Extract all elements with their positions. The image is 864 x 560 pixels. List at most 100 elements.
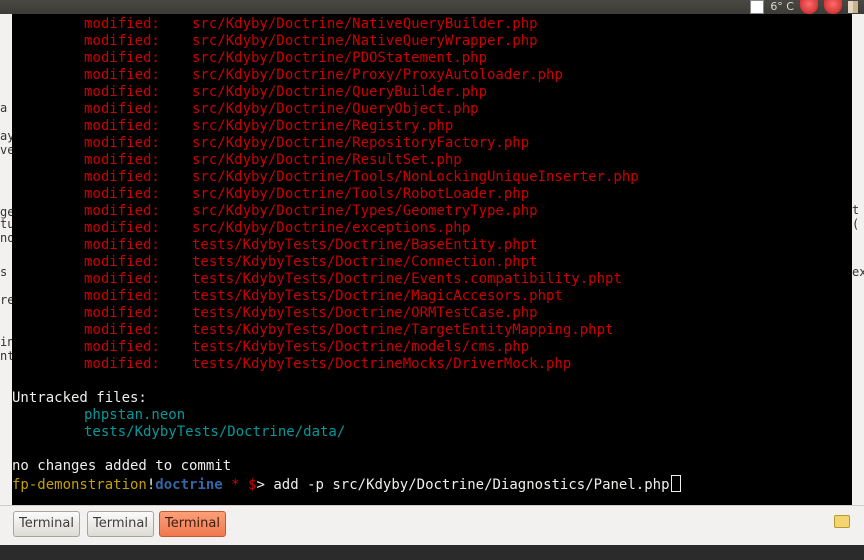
untracked-file-path: tests/KdybyTests/Doctrine/data/ xyxy=(84,424,346,440)
modified-file-path: src/Kdyby/Doctrine/Tools/RobotLoader.php xyxy=(192,186,530,202)
top-panel: 6° C xyxy=(0,0,864,14)
modified-file-path: src/Kdyby/Doctrine/Types/GeometryType.ph… xyxy=(192,203,538,219)
network-icon[interactable] xyxy=(750,0,765,14)
modified-file-line: modified: src/Kdyby/Doctrine/Tools/NonLoc… xyxy=(12,169,852,186)
modified-label: modified: xyxy=(84,237,160,253)
modified-label: modified: xyxy=(84,33,160,49)
modified-label: modified: xyxy=(84,16,160,32)
background-text-fragment: ve xyxy=(0,143,12,157)
background-text-fragment: nt xyxy=(0,349,12,363)
terminal-window[interactable]: modified: src/Kdyby/Doctrine/NativeQueryB… xyxy=(12,14,852,505)
modified-file-path: src/Kdyby/Doctrine/QueryObject.php xyxy=(192,101,479,117)
modified-label: modified: xyxy=(84,288,160,304)
modified-label: modified: xyxy=(84,84,160,100)
modified-file-line: modified: src/Kdyby/Doctrine/QueryBuilder… xyxy=(12,84,852,101)
modified-file-path: src/Kdyby/Doctrine/PDOStatement.php xyxy=(192,50,488,66)
modified-label: modified: xyxy=(84,50,160,66)
prompt-arrow: > xyxy=(256,477,265,493)
background-text-fragment: tu xyxy=(0,217,12,231)
untracked-header-line: Untracked files: xyxy=(12,390,852,407)
modified-file-line: modified: src/Kdyby/Doctrine/exceptions.p… xyxy=(12,220,852,237)
taskbar-terminal-button[interactable]: Terminal xyxy=(13,511,80,537)
modified-file-line: modified: tests/KdybyTests/Doctrine/Targe… xyxy=(12,322,852,339)
modified-file-line: modified: src/Kdyby/Doctrine/Tools/RobotL… xyxy=(12,186,852,203)
modified-label: modified: xyxy=(84,220,160,236)
modified-file-line: modified: src/Kdyby/Doctrine/Types/Geomet… xyxy=(12,203,852,220)
background-text-fragment: t xyxy=(852,203,860,217)
modified-file-path: src/Kdyby/Doctrine/ResultSet.php xyxy=(192,152,462,168)
background-text-fragment: ay xyxy=(0,129,12,143)
modified-label: modified: xyxy=(84,322,160,338)
modified-file-path: tests/KdybyTests/Doctrine/MagicAccesors.… xyxy=(192,288,563,304)
modified-file-line: modified: src/Kdyby/Doctrine/Proxy/ProxyA… xyxy=(12,67,852,84)
modified-file-line: modified: tests/KdybyTests/DoctrineMocks/… xyxy=(12,356,852,373)
modified-file-path: src/Kdyby/Doctrine/Proxy/ProxyAutoloader… xyxy=(192,67,563,83)
modified-label: modified: xyxy=(84,305,160,321)
modified-file-path: src/Kdyby/Doctrine/NativeQueryWrapper.ph… xyxy=(192,33,538,49)
clipboard-icon[interactable] xyxy=(848,1,858,13)
modified-label: modified: xyxy=(84,203,160,219)
background-text-fragment: no xyxy=(0,231,12,245)
modified-file-line: modified: tests/KdybyTests/Doctrine/BaseE… xyxy=(12,237,852,254)
modified-file-path: tests/KdybyTests/Doctrine/BaseEntity.php… xyxy=(192,237,538,253)
background-text-fragment: ex xyxy=(852,265,864,279)
background-window-right: t(ex xyxy=(852,14,864,519)
system-tray: 6° C xyxy=(750,0,864,14)
background-text-fragment: in xyxy=(0,335,12,349)
prompt-line: fp-demonstration!doctrine * $> add -p sr… xyxy=(12,475,852,493)
modified-label: modified: xyxy=(84,271,160,287)
background-window-left: a ay ve ge tu no s re in nt xyxy=(0,14,12,519)
modified-file-path: src/Kdyby/Doctrine/Tools/NonLockingUniqu… xyxy=(192,169,639,185)
modified-file-line: modified: src/Kdyby/Doctrine/PDOStatement… xyxy=(12,50,852,67)
prompt-dirty-star: * xyxy=(231,477,240,493)
no-changes-line: no changes added to commit xyxy=(12,458,852,475)
bottom-strip xyxy=(0,545,864,560)
modified-file-line: modified: tests/KdybyTests/Doctrine/Conne… xyxy=(12,254,852,271)
modified-label: modified: xyxy=(84,67,160,83)
modified-file-line: modified: src/Kdyby/Doctrine/Registry.php xyxy=(12,118,852,135)
modified-label: modified: xyxy=(84,152,160,168)
modified-file-path: src/Kdyby/Doctrine/exceptions.php xyxy=(192,220,471,236)
modified-label: modified: xyxy=(84,135,160,151)
modified-file-path: src/Kdyby/Doctrine/NativeQueryBuilder.ph… xyxy=(192,16,538,32)
modified-file-path: tests/KdybyTests/DoctrineMocks/DriverMoc… xyxy=(192,356,572,372)
modified-file-path: src/Kdyby/Doctrine/QueryBuilder.php xyxy=(192,84,488,100)
command-input[interactable]: add -p src/Kdyby/Doctrine/Diagnostics/Pa… xyxy=(265,477,669,493)
untracked-header: Untracked files: xyxy=(12,390,147,406)
modified-file-path: src/Kdyby/Doctrine/RepositoryFactory.php xyxy=(192,135,530,151)
modified-file-path: src/Kdyby/Doctrine/Registry.php xyxy=(192,118,454,134)
modified-file-line: modified: src/Kdyby/Doctrine/NativeQueryB… xyxy=(12,16,852,33)
modified-file-line: modified: src/Kdyby/Doctrine/QueryObject.… xyxy=(12,101,852,118)
folder-icon[interactable] xyxy=(834,515,850,528)
background-text-fragment: s xyxy=(0,265,8,279)
modified-file-line: modified: src/Kdyby/Doctrine/ResultSet.ph… xyxy=(12,152,852,169)
modified-file-path: tests/KdybyTests/Doctrine/ORMTestCase.ph… xyxy=(192,305,538,321)
modified-label: modified: xyxy=(84,169,160,185)
notification-ball-icon[interactable] xyxy=(824,0,842,14)
background-text-fragment: a xyxy=(0,101,8,115)
modified-file-path: tests/KdybyTests/Doctrine/models/cms.php xyxy=(192,339,530,355)
prompt-user: fp-demonstration xyxy=(12,477,147,493)
modified-file-path: tests/KdybyTests/Doctrine/Connection.php… xyxy=(192,254,538,270)
taskbar: Terminal Terminal Terminal xyxy=(0,505,864,546)
modified-label: modified: xyxy=(84,118,160,134)
text-cursor xyxy=(670,475,681,492)
notification-ball-icon[interactable] xyxy=(800,0,818,14)
untracked-file-line: tests/KdybyTests/Doctrine/data/ xyxy=(12,424,852,441)
modified-file-line: modified: tests/KdybyTests/Doctrine/Magic… xyxy=(12,288,852,305)
modified-label: modified: xyxy=(84,254,160,270)
taskbar-terminal-button[interactable]: Terminal xyxy=(159,511,226,537)
modified-label: modified: xyxy=(84,339,160,355)
modified-file-line: modified: src/Kdyby/Doctrine/RepositoryFa… xyxy=(12,135,852,152)
untracked-file-line: phpstan.neon xyxy=(12,407,852,424)
taskbar-terminal-button[interactable]: Terminal xyxy=(87,511,154,537)
prompt-directory: doctrine xyxy=(155,477,223,493)
modified-file-line: modified: tests/KdybyTests/Doctrine/ORMTe… xyxy=(12,305,852,322)
modified-label: modified: xyxy=(84,101,160,117)
modified-label: modified: xyxy=(84,186,160,202)
weather-temperature[interactable]: 6° C xyxy=(770,0,794,14)
